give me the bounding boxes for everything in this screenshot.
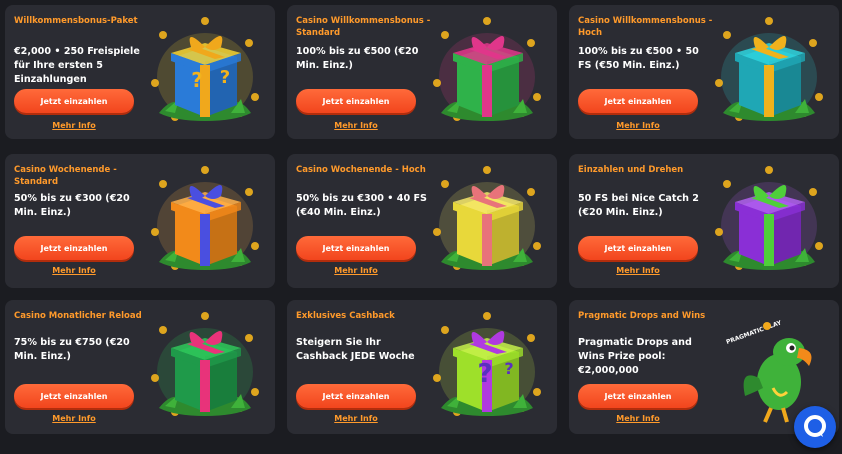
bonus-card: Casino Wochenende - Hoch 50% bis zu €300 … <box>287 154 557 288</box>
bonus-title: Willkommensbonus-Paket <box>14 16 138 26</box>
deposit-now-button[interactable]: Jetzt einzahlen <box>578 89 698 113</box>
more-info-link[interactable]: Mehr Info <box>14 414 134 423</box>
deposit-now-button[interactable]: Jetzt einzahlen <box>14 89 134 113</box>
bonus-card: Willkommensbonus-Paket €2,000 • 250 Freis… <box>5 5 275 139</box>
bonus-description: 75% bis zu €750 (€20 Min. Einz.) <box>14 337 130 362</box>
bonus-description: €2,000 • 250 Freispiele für Ihre ersten … <box>14 46 140 85</box>
gift-box-icon <box>709 13 829 131</box>
bonus-title: Casino Wochenende - Standard <box>14 165 117 187</box>
bonus-title: Casino Monatlicher Reload <box>14 311 142 321</box>
deposit-now-button[interactable]: Jetzt einzahlen <box>296 236 416 260</box>
more-info-link[interactable]: Mehr Info <box>296 414 416 423</box>
deposit-now-button[interactable]: Jetzt einzahlen <box>296 384 416 408</box>
svg-text:?: ? <box>191 68 203 92</box>
more-info-link[interactable]: Mehr Info <box>14 266 134 275</box>
gift-box-icon <box>145 162 265 280</box>
bonus-description: 100% bis zu €500 (€20 Min. Einz.) <box>296 46 419 71</box>
bonus-title: Casino Willkommensbonus - Hoch <box>578 16 713 38</box>
deposit-now-button[interactable]: Jetzt einzahlen <box>296 89 416 113</box>
more-info-link[interactable]: Mehr Info <box>296 121 416 130</box>
bonus-title: Casino Willkommensbonus - Standard <box>296 16 431 38</box>
deposit-now-button[interactable]: Jetzt einzahlen <box>578 384 698 408</box>
bonus-description: 50 FS bei Nice Catch 2 (€20 Min. Einz.) <box>578 193 699 218</box>
bonus-description: 100% bis zu €500 • 50 FS (€50 Min. Einz.… <box>578 46 699 71</box>
bonus-card: Casino Monatlicher Reload 75% bis zu €750… <box>5 300 275 434</box>
chat-button[interactable] <box>794 406 836 448</box>
more-info-link[interactable]: Mehr Info <box>578 266 698 275</box>
gift-box-icon <box>145 308 265 426</box>
deposit-now-button[interactable]: Jetzt einzahlen <box>578 236 698 260</box>
mystery-gift-icon: ?? <box>427 308 547 426</box>
bonus-description: 50% bis zu €300 (€20 Min. Einz.) <box>14 193 130 218</box>
svg-text:?: ? <box>220 67 230 88</box>
bonus-card: Einzahlen und Drehen 50 FS bei Nice Catch… <box>569 154 839 288</box>
gift-box-icon <box>427 13 547 131</box>
bonus-title: Exklusives Cashback <box>296 311 395 321</box>
svg-text:PRAGMATIC PLAY: PRAGMATIC PLAY <box>725 319 783 346</box>
deposit-now-button[interactable]: Jetzt einzahlen <box>14 236 134 260</box>
deposit-now-button[interactable]: Jetzt einzahlen <box>14 384 134 408</box>
gift-box-icon <box>709 162 829 280</box>
bonus-card: Casino Willkommensbonus - Standard 100% b… <box>287 5 557 139</box>
chat-icon <box>804 415 826 437</box>
bonus-grid: Willkommensbonus-Paket €2,000 • 250 Freis… <box>0 0 842 454</box>
svg-text:?: ? <box>477 359 492 389</box>
bonus-title: Pragmatic Drops and Wins <box>578 311 706 321</box>
svg-text:?: ? <box>504 359 513 378</box>
gift-box-icon: ?? <box>145 13 265 131</box>
bonus-card: Casino Willkommensbonus - Hoch 100% bis z… <box>569 5 839 139</box>
bonus-card: Casino Wochenende - Standard 50% bis zu €… <box>5 154 275 288</box>
bonus-card: Exklusives Cashback Steigern Sie Ihr Cash… <box>287 300 557 434</box>
bonus-description: Pragmatic Drops and Wins Prize pool: €2,… <box>578 337 692 376</box>
more-info-link[interactable]: Mehr Info <box>578 121 698 130</box>
more-info-link[interactable]: Mehr Info <box>578 414 698 423</box>
more-info-link[interactable]: Mehr Info <box>14 121 134 130</box>
gift-box-icon <box>427 162 547 280</box>
bonus-title: Casino Wochenende - Hoch <box>296 165 426 175</box>
bonus-description: 50% bis zu €300 • 40 FS (€40 Min. Einz.) <box>296 193 427 218</box>
bonus-title: Einzahlen und Drehen <box>578 165 684 175</box>
more-info-link[interactable]: Mehr Info <box>296 266 416 275</box>
bonus-description: Steigern Sie Ihr Cashback JEDE Woche <box>296 337 415 362</box>
